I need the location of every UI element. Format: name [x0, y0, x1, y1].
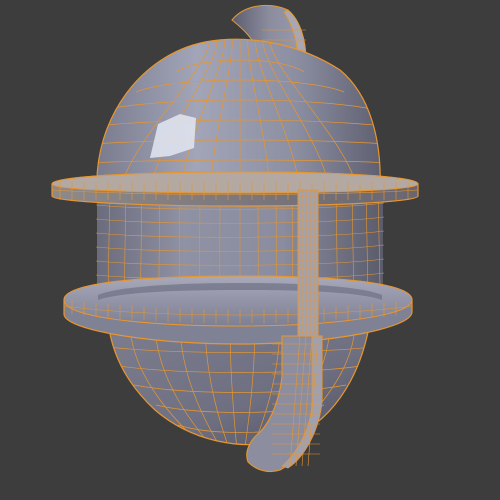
3d-viewport[interactable]: [0, 0, 500, 500]
lower-ring: [63, 275, 413, 345]
vertical-fin-front: [297, 189, 319, 345]
mesh-object[interactable]: [0, 0, 500, 500]
upper-dome: [96, 38, 381, 191]
upper-ring: [51, 171, 419, 207]
